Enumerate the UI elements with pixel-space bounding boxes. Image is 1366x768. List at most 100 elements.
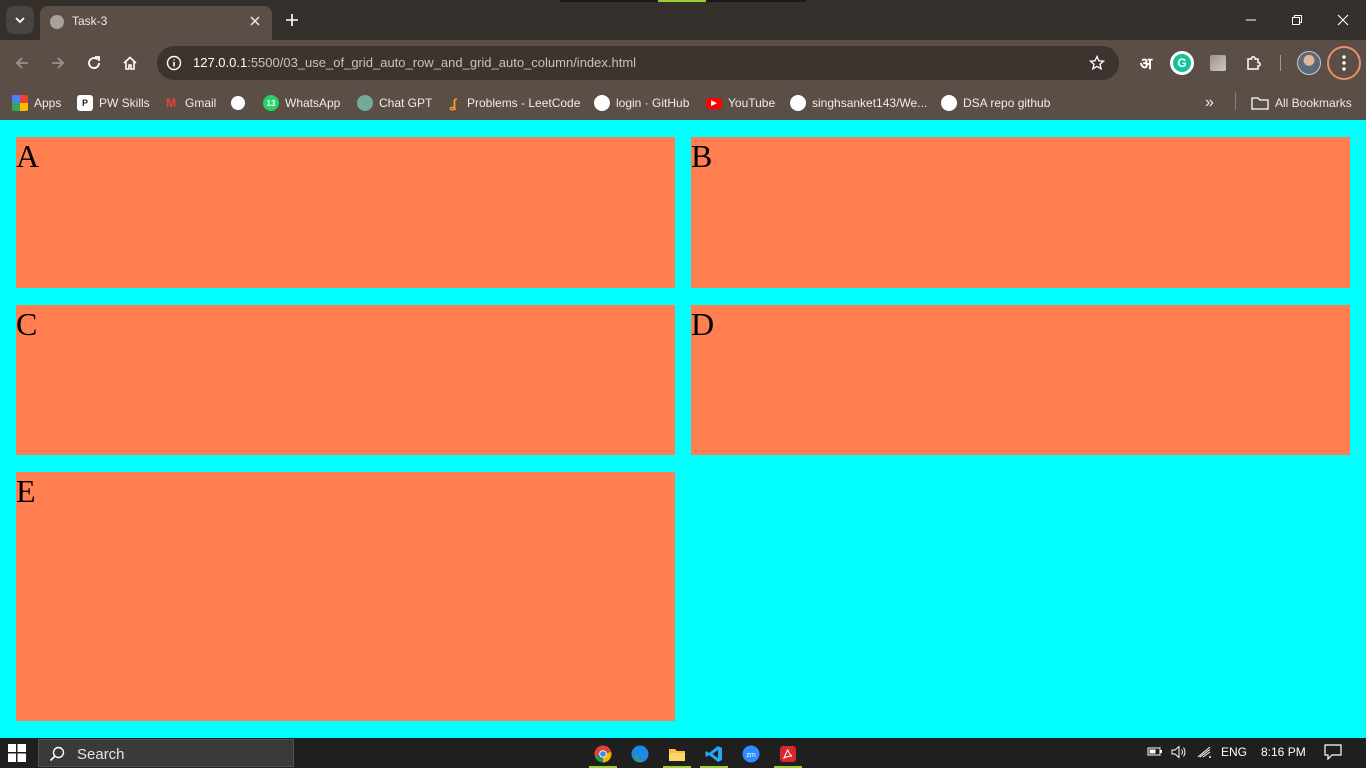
tab-strip: Task-3 <box>0 0 1366 40</box>
search-icon <box>49 746 65 762</box>
bookmark-star-button[interactable] <box>1087 53 1107 73</box>
bookmark-youtube[interactable]: ▶ YouTube <box>706 92 775 114</box>
minimize-button[interactable] <box>1228 0 1274 40</box>
volume-icon[interactable] <box>1171 745 1187 762</box>
taskbar-chrome[interactable] <box>585 739 621 768</box>
chrome-menu-button[interactable] <box>1327 46 1361 80</box>
grid-item-b: B <box>691 137 1350 288</box>
wifi-icon[interactable] <box>1197 745 1213 762</box>
bookmark-label: login · GitHub <box>616 96 690 110</box>
bookmark-label: Problems - LeetCode <box>467 96 581 110</box>
windows-logo-icon <box>8 744 26 762</box>
restore-icon <box>1292 15 1302 25</box>
back-button[interactable] <box>8 49 36 77</box>
battery-icon[interactable] <box>1147 745 1163 760</box>
reload-button[interactable] <box>80 49 108 77</box>
taskbar-search-label: Search <box>77 746 125 763</box>
windows-taskbar: Search zm ENG 8:16 PM <box>0 738 1366 768</box>
grid-item-d: D <box>691 305 1350 455</box>
bookmark-github-login[interactable]: login · GitHub <box>594 92 689 114</box>
tab-close-button[interactable] <box>246 12 264 30</box>
extension-icon[interactable] <box>1210 55 1226 71</box>
chatgpt-icon <box>357 95 373 111</box>
forward-button[interactable] <box>44 49 72 77</box>
youtube-icon: ▶ <box>706 97 722 109</box>
close-icon <box>250 16 260 26</box>
bookmark-label: Chat GPT <box>379 96 433 110</box>
bookmark-label: PW Skills <box>99 96 150 110</box>
browser-toolbar: 127.0.0.1:5500/03_use_of_grid_auto_row_a… <box>0 40 1366 86</box>
bookmarks-bar: Apps P PW Skills M Gmail 13 WhatsApp Cha… <box>0 86 1366 120</box>
notification-icon <box>1324 744 1342 761</box>
info-icon <box>166 55 182 71</box>
chevron-down-icon <box>15 17 25 24</box>
bookmark-label: singhsanket143/We... <box>812 96 928 110</box>
grid-item-label: C <box>16 306 38 342</box>
pw-skills-icon: P <box>77 95 93 111</box>
bookmark-label: Gmail <box>185 96 217 110</box>
grid-item-c: C <box>16 305 675 455</box>
bookmark-singhsanket[interactable]: singhsanket143/We... <box>790 92 927 114</box>
minimize-icon <box>1246 19 1256 21</box>
grammarly-icon: G <box>1173 54 1191 72</box>
bookmark-gmail[interactable]: M Gmail <box>163 92 216 114</box>
puzzle-icon <box>1247 56 1261 70</box>
bookmark-label: DSA repo github <box>963 96 1051 110</box>
reload-icon <box>88 56 100 69</box>
edge-icon <box>631 745 649 762</box>
bookmark-chat-gpt[interactable]: Chat GPT <box>357 92 432 114</box>
address-bar[interactable]: 127.0.0.1:5500/03_use_of_grid_auto_row_a… <box>157 46 1119 80</box>
hindi-input-extension[interactable]: अ <box>1135 51 1157 75</box>
bookmark-globe[interactable] <box>231 92 251 114</box>
url-path: :5500/03_use_of_grid_auto_row_and_grid_a… <box>247 55 637 70</box>
globe-icon <box>231 96 245 110</box>
arrow-right-icon <box>52 57 65 69</box>
restore-button[interactable] <box>1274 0 1320 40</box>
taskbar-vscode[interactable] <box>696 739 732 768</box>
bookmark-leetcode[interactable]: ʆ Problems - LeetCode <box>445 92 580 114</box>
extensions-button[interactable] <box>1243 51 1265 75</box>
home-button[interactable] <box>116 49 144 77</box>
toolbar-divider <box>1280 55 1281 71</box>
new-tab-button[interactable] <box>280 8 304 32</box>
url-text[interactable]: 127.0.0.1:5500/03_use_of_grid_auto_row_a… <box>193 55 636 70</box>
taskbar-file-explorer[interactable] <box>659 739 695 768</box>
close-window-button[interactable] <box>1320 0 1366 40</box>
all-bookmarks-button[interactable]: All Bookmarks <box>1251 92 1352 114</box>
chrome-icon <box>594 745 612 763</box>
tab-search-button[interactable] <box>6 6 34 34</box>
apps-grid-icon <box>12 95 28 111</box>
whatsapp-icon: 13 <box>263 95 279 111</box>
grammarly-extension[interactable]: G <box>1170 51 1194 75</box>
bookmark-pw-skills[interactable]: P PW Skills <box>77 92 150 114</box>
kebab-menu-icon <box>1342 55 1346 71</box>
clock[interactable]: 8:16 PM <box>1261 745 1306 759</box>
bookmark-dsa-repo[interactable]: DSA repo github <box>941 92 1050 114</box>
bookmarks-overflow-button[interactable]: » <box>1205 92 1214 114</box>
notifications-button[interactable] <box>1324 744 1342 763</box>
plus-icon <box>286 14 298 26</box>
taskbar-search[interactable]: Search <box>38 739 294 767</box>
taskbar-zoom[interactable]: zm <box>733 739 769 768</box>
star-icon <box>1089 55 1105 71</box>
github-icon <box>941 95 957 111</box>
language-indicator[interactable]: ENG <box>1221 745 1247 759</box>
bookmark-whatsapp[interactable]: 13 WhatsApp <box>263 92 340 114</box>
github-icon <box>594 95 610 111</box>
globe-icon <box>50 15 64 29</box>
grid-item-a: A <box>16 137 675 288</box>
taskbar-acrobat[interactable] <box>770 739 806 768</box>
bookmark-label: Apps <box>34 96 62 110</box>
bookmark-apps[interactable]: Apps <box>12 92 61 114</box>
leetcode-icon: ʆ <box>449 95 457 111</box>
grid-item-label: D <box>691 306 715 342</box>
tab-active[interactable]: Task-3 <box>40 6 272 40</box>
bookmark-label: YouTube <box>728 96 776 110</box>
vscode-icon <box>705 745 722 762</box>
taskbar-edge[interactable] <box>622 739 658 768</box>
site-info-button[interactable] <box>163 52 185 74</box>
svg-text:zm: zm <box>746 752 756 759</box>
tab-title: Task-3 <box>72 14 108 28</box>
profile-avatar[interactable] <box>1297 51 1321 75</box>
windows-start-button[interactable] <box>8 744 26 762</box>
